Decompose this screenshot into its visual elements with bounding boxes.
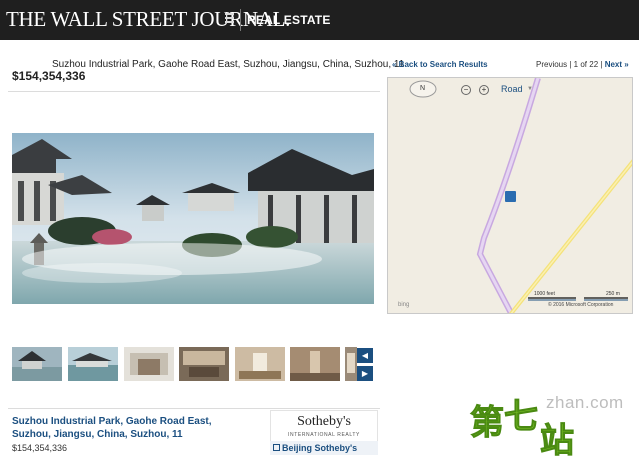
zoom-out-button[interactable]: −: [461, 85, 471, 95]
pager-position: 1 of 22: [573, 60, 599, 69]
gallery-thumbnail[interactable]: [124, 347, 174, 381]
main-listing-photo[interactable]: [12, 133, 374, 304]
top-bar: THE WALL STREET JOURNAL. REAL ESTATE: [0, 0, 639, 40]
triangle-left-icon: ◀: [361, 351, 369, 360]
compass-label: N: [420, 85, 426, 92]
gallery-thumbnail[interactable]: [235, 347, 285, 381]
watermark-char: 第: [470, 404, 505, 443]
zoom-in-button[interactable]: +: [479, 85, 489, 95]
listing-address: Suzhou Industrial Park, Gaohe Road East,…: [52, 59, 405, 70]
listing-address-link[interactable]: Suzhou Industrial Park, Gaohe Road East,…: [12, 415, 252, 441]
watermark-logo: 第 七 站: [470, 395, 602, 461]
agency-subtitle: INTERNATIONAL REALTY: [288, 432, 360, 438]
divider: [8, 91, 380, 92]
agency-name: Sotheby's: [297, 414, 351, 429]
pager-separator: |: [569, 60, 572, 69]
map-copyright: © 2016 Microsoft Corporation: [548, 302, 614, 308]
listing-price: $154,354,336: [12, 69, 86, 83]
triangle-right-icon: ▶: [361, 369, 369, 378]
pager-next[interactable]: Next »: [605, 60, 629, 69]
pager: Previous | 1 of 22 | Next »: [536, 60, 629, 69]
home-pin-icon[interactable]: [505, 191, 516, 202]
scale-feet: 1000 feet: [534, 291, 555, 297]
watermark-char: 七: [504, 398, 539, 437]
gallery-next-button[interactable]: ▶: [357, 366, 373, 381]
gallery-thumbnail[interactable]: [12, 347, 62, 381]
map-type-selector[interactable]: Road: [501, 84, 523, 94]
section-label[interactable]: REAL ESTATE: [247, 13, 331, 27]
header-divider: [240, 9, 241, 31]
pager-separator: |: [600, 60, 603, 69]
gallery-thumbnail[interactable]: [68, 347, 118, 381]
location-map[interactable]: N − + Road ▼ 1000 feet 250 m bing © 2016…: [387, 77, 633, 314]
pager-previous[interactable]: Previous: [536, 60, 567, 69]
divider: [8, 408, 380, 409]
gallery-thumbnail[interactable]: [179, 347, 229, 381]
gallery-thumbnail[interactable]: [290, 347, 340, 381]
hamburger-menu-icon[interactable]: [225, 13, 234, 25]
agency-link-label: Beijing Sotheby's: [282, 443, 358, 453]
chevron-down-icon[interactable]: ▼: [527, 86, 533, 92]
external-link-icon: [273, 444, 280, 451]
back-to-search-link[interactable]: « Back to Search Results: [392, 60, 488, 69]
gallery-prev-button[interactable]: ◀: [357, 348, 373, 363]
agency-link[interactable]: Beijing Sotheby's: [270, 441, 378, 455]
watermark-char: 站: [540, 422, 575, 461]
listing-price-secondary: $154,354,336: [12, 443, 68, 453]
gallery-thumbnail[interactable]: [345, 347, 357, 381]
scale-meters: 250 m: [606, 291, 620, 297]
map-provider-logo: bing: [398, 302, 410, 308]
